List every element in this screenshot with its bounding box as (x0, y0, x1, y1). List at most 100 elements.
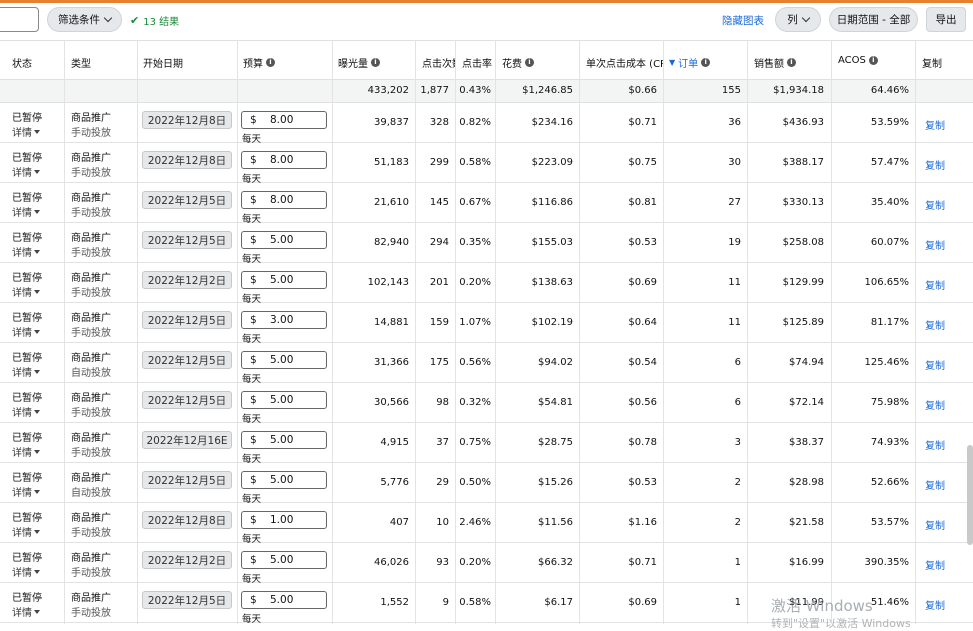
budget-input[interactable]: $ 5.00 (241, 471, 327, 489)
col-cpc[interactable]: 单次点击成本 (CPC (586, 55, 663, 70)
col-impressions[interactable]: 曝光量 i (338, 55, 380, 70)
result-count-label: 13 结果 (143, 17, 180, 28)
sales-value: $388.17 (782, 157, 824, 168)
orders-value: 6 (734, 397, 741, 408)
spend-value: $155.03 (531, 237, 573, 248)
hide-chart-link[interactable]: 隐藏图表 (722, 13, 764, 28)
copy-link[interactable]: 复制 (925, 317, 945, 332)
start-date-field[interactable]: 2022年12月5日 (142, 191, 232, 209)
start-date-field[interactable]: 2022年12月8日 (142, 151, 232, 169)
col-copy[interactable]: 复制 (922, 55, 942, 70)
start-date-field[interactable]: 2022年12月5日 (142, 311, 232, 329)
copy-link[interactable]: 复制 (925, 437, 945, 452)
vertical-scrollbar[interactable] (967, 445, 973, 545)
copy-link[interactable]: 复制 (925, 357, 945, 372)
budget-input[interactable]: $ 3.00 (241, 311, 327, 329)
search-input[interactable] (0, 7, 39, 32)
start-date-value: 2022年12月8日 (147, 514, 227, 527)
total-cpc: $0.66 (628, 85, 657, 96)
budget-input[interactable]: $ 5.00 (241, 431, 327, 449)
copy-link[interactable]: 复制 (925, 197, 945, 212)
totals-row: 433,202 1,877 0.43% $1,246.85 $0.66 155 … (0, 80, 973, 103)
col-ctr[interactable]: 点击率 ( (462, 55, 495, 70)
start-date-field[interactable]: 2022年12月5日 (142, 471, 232, 489)
budget-input[interactable]: $ 8.00 (241, 151, 327, 169)
sort-desc-icon: ▼ (669, 58, 676, 67)
detail-dropdown[interactable]: 详情 (12, 244, 40, 259)
caret-down-icon (34, 489, 40, 494)
col-type[interactable]: 类型 (71, 55, 91, 70)
budget-input[interactable]: $ 5.00 (241, 351, 327, 369)
budget-input[interactable]: $ 5.00 (241, 551, 327, 569)
detail-dropdown[interactable]: 详情 (12, 444, 40, 459)
copy-link[interactable]: 复制 (925, 117, 945, 132)
budget-input[interactable]: $ 8.00 (241, 111, 327, 129)
detail-dropdown[interactable]: 详情 (12, 524, 40, 539)
sales-value: $21.58 (789, 517, 824, 528)
detail-dropdown[interactable]: 详情 (12, 604, 40, 619)
budget-input[interactable]: $ 8.00 (241, 191, 327, 209)
impressions-value: 46,026 (374, 557, 409, 568)
col-budget[interactable]: 预算 i (243, 55, 275, 70)
impressions-value: 30,566 (374, 397, 409, 408)
filter-button[interactable]: 筛选条件 (47, 7, 122, 32)
col-acos[interactable]: ACOS i (838, 55, 878, 66)
start-date-field[interactable]: 2022年12月5日 (142, 351, 232, 369)
start-date-field[interactable]: 2022年12月2日 (142, 271, 232, 289)
targeting-type: 手动投放 (71, 448, 111, 459)
copy-link[interactable]: 复制 (925, 237, 945, 252)
date-range-label: 日期范围 - 全部 (836, 14, 911, 26)
start-date-field[interactable]: 2022年12月5日 (142, 391, 232, 409)
caret-down-icon (34, 209, 40, 214)
total-orders: 155 (721, 85, 741, 96)
budget-input[interactable]: $ 5.00 (241, 271, 327, 289)
orders-value: 6 (734, 357, 741, 368)
copy-link[interactable]: 复制 (925, 517, 945, 532)
detail-dropdown[interactable]: 详情 (12, 404, 40, 419)
copy-link[interactable]: 复制 (925, 597, 945, 612)
columns-button[interactable]: 列 (775, 7, 821, 32)
export-button[interactable]: 导出 (926, 7, 966, 32)
impressions-value: 82,940 (374, 237, 409, 248)
start-date-field[interactable]: 2022年12月8日 (142, 111, 232, 129)
col-status[interactable]: 状态 (12, 55, 32, 70)
budget-input[interactable]: $ 5.00 (241, 391, 327, 409)
table-row: 已暂停 详情 商品推广 手动投放 2022年12月8日 $ 8.00 每天 39… (0, 103, 973, 145)
table-row: 已暂停 详情 商品推广 手动投放 2022年12月2日 $ 5.00 每天 46… (0, 543, 973, 585)
detail-dropdown[interactable]: 详情 (12, 564, 40, 579)
date-range-button[interactable]: 日期范围 - 全部 (829, 7, 918, 32)
col-start-date[interactable]: 开始日期 (143, 55, 183, 70)
detail-dropdown[interactable]: 详情 (12, 164, 40, 179)
windows-activation-watermark: 激活 Windows (771, 597, 873, 615)
copy-link[interactable]: 复制 (925, 157, 945, 172)
cpc-value: $0.69 (628, 597, 657, 608)
budget-input[interactable]: $ 5.00 (241, 591, 327, 609)
budget-value: 5.00 (270, 554, 294, 566)
spend-value: $66.32 (538, 557, 573, 568)
start-date-value: 2022年12月5日 (147, 234, 227, 247)
budget-input[interactable]: $ 5.00 (241, 231, 327, 249)
col-orders[interactable]: ▼ 订单 i (669, 55, 711, 70)
detail-dropdown[interactable]: 详情 (12, 364, 40, 379)
currency-symbol: $ (250, 114, 257, 126)
detail-dropdown[interactable]: 详情 (12, 204, 40, 219)
start-date-field[interactable]: 2022年12月5日 (142, 231, 232, 249)
copy-link[interactable]: 复制 (925, 477, 945, 492)
col-clicks[interactable]: 点击次数 (422, 55, 455, 70)
acos-value: 60.07% (870, 237, 909, 248)
copy-link[interactable]: 复制 (925, 397, 945, 412)
budget-input[interactable]: $ 1.00 (241, 511, 327, 529)
copy-link[interactable]: 复制 (925, 277, 945, 292)
copy-link[interactable]: 复制 (925, 557, 945, 572)
detail-dropdown[interactable]: 详情 (12, 324, 40, 339)
detail-dropdown[interactable]: 详情 (12, 124, 40, 139)
detail-dropdown[interactable]: 详情 (12, 484, 40, 499)
start-date-field[interactable]: 2022年12月5日 (142, 591, 232, 609)
start-date-field[interactable]: 2022年12月8日 (142, 511, 232, 529)
spend-value: $28.75 (538, 437, 573, 448)
col-spend[interactable]: 花费 i (502, 55, 534, 70)
start-date-field[interactable]: 2022年12月2日 (142, 551, 232, 569)
col-sales[interactable]: 销售额 i (754, 55, 796, 70)
start-date-field[interactable]: 2022年12月16E (142, 431, 232, 449)
detail-dropdown[interactable]: 详情 (12, 284, 40, 299)
